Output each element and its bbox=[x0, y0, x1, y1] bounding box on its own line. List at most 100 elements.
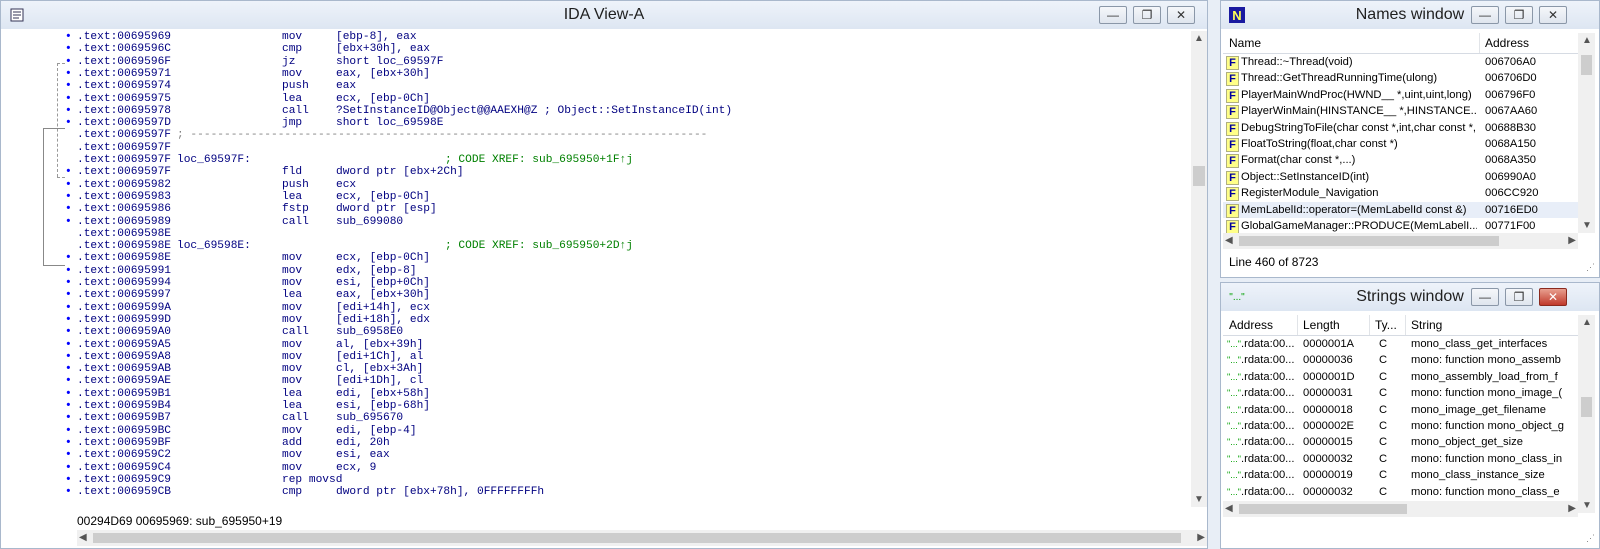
disasm-line[interactable]: • .text:00695974 push eax bbox=[11, 80, 1191, 93]
disasm-line[interactable]: • .text:006959C9 rep movsd bbox=[11, 474, 1191, 487]
strings-minimize-button[interactable]: — bbox=[1471, 288, 1499, 306]
names-minimize-button[interactable]: — bbox=[1471, 6, 1499, 24]
strings-col-divider-1[interactable] bbox=[1297, 315, 1298, 335]
disasm-line[interactable]: • .text:0069599D mov [edi+18h], edx bbox=[11, 314, 1191, 327]
disasm-line[interactable]: • .text:00695971 mov eax, [ebx+30h] bbox=[11, 68, 1191, 81]
operands[interactable]: edi, [ebx+58h] bbox=[336, 388, 430, 401]
strings-table-row[interactable]: "..." .rdata:00... 00000031 Cmono: function… bbox=[1223, 385, 1578, 401]
names-horizontal-scrollbar[interactable]: ◀ ▶ bbox=[1223, 233, 1578, 249]
disasm-line[interactable]: .text:0069598E bbox=[11, 228, 1191, 241]
disasm-line[interactable]: • .text:006959A0 call sub_6958E0 bbox=[11, 326, 1191, 339]
strings-vertical-scroll-thumb[interactable] bbox=[1581, 397, 1592, 417]
operands[interactable]: al, [ebx+39h] bbox=[336, 339, 423, 352]
operands[interactable]: ecx, 9 bbox=[336, 462, 376, 475]
operands[interactable]: [edi+1Dh], cl bbox=[336, 375, 423, 388]
strings-scroll-left-icon[interactable]: ◀ bbox=[1225, 503, 1233, 514]
operands[interactable]: [ebp-8], eax bbox=[336, 31, 417, 44]
disasm-line[interactable]: • .text:006959BF add edi, 20h bbox=[11, 437, 1191, 450]
names-table-row[interactable]: F PlayerMainWndProc(HWND__ *,uint,uint,lo… bbox=[1223, 87, 1578, 103]
disasm-line[interactable]: • .text:006959B1 lea edi, [ebx+58h] bbox=[11, 388, 1191, 401]
disasm-line[interactable]: • .text:00695991 mov edx, [ebp-8] bbox=[11, 265, 1191, 278]
strings-vertical-scrollbar[interactable]: ▲ ▼ bbox=[1578, 315, 1595, 513]
names-table-row[interactable]: F MemLabelId::operator=(MemLabelId const … bbox=[1223, 201, 1578, 218]
operands[interactable]: edi, [ebp-4] bbox=[336, 425, 417, 438]
disasm-line[interactable]: • .text:0069596C cmp [ebx+30h], eax bbox=[11, 43, 1191, 56]
strings-col-length[interactable]: Length bbox=[1303, 318, 1340, 332]
strings-titlebar[interactable]: "..." Strings window — ❐ ✕ bbox=[1221, 283, 1599, 311]
strings-scroll-down-icon[interactable]: ▼ bbox=[1582, 500, 1592, 511]
operands[interactable]: dword ptr [ebx+2Ch] bbox=[336, 166, 464, 179]
ida-vertical-scrollbar[interactable]: ▲ ▼ bbox=[1191, 31, 1207, 507]
ida-view-minimize-button[interactable]: — bbox=[1099, 6, 1127, 24]
operands[interactable]: dword ptr [esp] bbox=[336, 203, 437, 216]
strings-table-row[interactable]: "..." .rdata:00... 00000032 Cmono: function… bbox=[1223, 451, 1578, 467]
disasm-line[interactable]: • .text:00695994 mov esi, [ebp+0Ch] bbox=[11, 277, 1191, 290]
names-vertical-scroll-thumb[interactable] bbox=[1581, 55, 1592, 75]
disasm-line[interactable]: • .text:00695997 lea eax, [ebx+30h] bbox=[11, 289, 1191, 302]
disasm-line[interactable]: • .text:00695989 call sub_699080 bbox=[11, 216, 1191, 229]
strings-resize-grip-icon[interactable]: ⋰ bbox=[1586, 533, 1595, 544]
names-col-divider[interactable] bbox=[1479, 33, 1480, 53]
strings-scroll-right-icon[interactable]: ▶ bbox=[1568, 503, 1576, 514]
operands[interactable]: sub_699080 bbox=[336, 216, 403, 229]
disasm-line[interactable]: • .text:006959B4 lea esi, [ebp-68h] bbox=[11, 400, 1191, 413]
operands[interactable]: esi, [ebp+0Ch] bbox=[336, 277, 430, 290]
disasm-line[interactable]: .text:0069597F loc_69597F: ; CODE XREF: su… bbox=[11, 154, 1191, 167]
disasm-line[interactable]: • .text:006959C2 mov esi, eax bbox=[11, 449, 1191, 462]
strings-horizontal-scroll-thumb[interactable] bbox=[1239, 504, 1407, 514]
operands[interactable]: ecx, [ebp-0Ch] bbox=[336, 252, 430, 265]
code-label[interactable]: loc_69597F: bbox=[177, 154, 251, 167]
separator-comment[interactable]: ; --------------------------------------… bbox=[177, 129, 707, 142]
strings-table-row[interactable]: "..." .rdata:00... 0000001D Cmono_assembly_… bbox=[1223, 369, 1578, 385]
names-scroll-up-icon[interactable]: ▲ bbox=[1582, 35, 1592, 46]
names-table-row[interactable]: F Thread::~Thread(void) 006706A0 bbox=[1223, 54, 1578, 70]
strings-table-row[interactable]: "..." .rdata:00... 0000002E Cmono: function… bbox=[1223, 418, 1578, 434]
strings-col-type[interactable]: Ty... bbox=[1375, 318, 1397, 332]
strings-scroll-up-icon[interactable]: ▲ bbox=[1582, 317, 1592, 328]
operands[interactable]: ecx, [ebp-0Ch] bbox=[336, 93, 430, 106]
strings-col-address[interactable]: Address bbox=[1229, 318, 1273, 332]
ida-view-titlebar[interactable]: IDA View-A — ❐ ✕ bbox=[1, 1, 1207, 29]
disasm-line[interactable]: • .text:006959A8 mov [edi+1Ch], al bbox=[11, 351, 1191, 364]
strings-horizontal-scrollbar[interactable]: ◀ ▶ bbox=[1223, 501, 1578, 517]
operands[interactable]: ecx bbox=[336, 179, 356, 192]
names-maximize-button[interactable]: ❐ bbox=[1505, 6, 1533, 24]
disasm-line[interactable]: • .text:0069596F jz short loc_69597F bbox=[11, 56, 1191, 69]
operands[interactable]: edi, 20h bbox=[336, 437, 390, 450]
ida-view-close-button[interactable]: ✕ bbox=[1167, 6, 1195, 24]
disasm-line[interactable]: .text:0069597F bbox=[11, 142, 1191, 155]
disasm-line[interactable]: • .text:006959A5 mov al, [ebx+39h] bbox=[11, 339, 1191, 352]
disassembly-listing[interactable]: • .text:00695969 mov [ebp-8], eax • .text:006… bbox=[11, 31, 1193, 507]
names-table[interactable]: Name Address F Thread::~Thread(void) 00670… bbox=[1223, 33, 1578, 233]
names-scroll-left-icon[interactable]: ◀ bbox=[1225, 235, 1233, 246]
operands[interactable]: eax, [ebx+30h] bbox=[336, 68, 430, 81]
operands[interactable]: ?SetInstanceID@Object@@AAEXH@Z ; Object:… bbox=[336, 105, 732, 118]
names-table-row[interactable]: F Thread::GetThreadRunningTime(ulong) 0067… bbox=[1223, 70, 1578, 87]
operands[interactable]: dword ptr [ebx+78h], 0FFFFFFFFh bbox=[336, 486, 544, 499]
names-table-row[interactable]: F GlobalGameManager::PRODUCE(MemLabelI...… bbox=[1223, 218, 1578, 233]
operands[interactable]: eax, [ebx+30h] bbox=[336, 289, 430, 302]
disasm-line[interactable]: • .text:006959CB cmp dword ptr [ebx+78h], 0… bbox=[11, 486, 1191, 499]
names-table-row[interactable]: F Object::SetInstanceID(int) 006990A0 bbox=[1223, 169, 1578, 185]
operands[interactable]: edx, [ebp-8] bbox=[336, 265, 417, 278]
disasm-line[interactable]: • .text:00695986 fstp dword ptr [esp] bbox=[11, 203, 1191, 216]
code-label[interactable]: loc_69598E: bbox=[177, 240, 251, 253]
xref-comment[interactable]: ; CODE XREF: sub_695950+1F↑j bbox=[445, 154, 633, 167]
operands[interactable]: esi, eax bbox=[336, 449, 390, 462]
operands[interactable]: cl, [ebx+3Ah] bbox=[336, 363, 423, 376]
operands[interactable]: ecx, [ebp-0Ch] bbox=[336, 191, 430, 204]
strings-table-row[interactable]: "..." .rdata:00... 00000036 Cmono: function… bbox=[1223, 352, 1578, 368]
disasm-line[interactable]: .text:0069598E loc_69598E: ; CODE XREF: su… bbox=[11, 240, 1191, 253]
disasm-line[interactable]: • .text:0069599A mov [edi+14h], ecx bbox=[11, 302, 1191, 315]
strings-table-row[interactable]: "..." .rdata:00... 00000015 Cmono_object_ge… bbox=[1223, 434, 1578, 450]
ida-scroll-right-icon[interactable]: ▶ bbox=[1197, 532, 1205, 543]
disasm-line[interactable]: • .text:006959B7 call sub_695670 bbox=[11, 412, 1191, 425]
ida-view-maximize-button[interactable]: ❐ bbox=[1133, 6, 1161, 24]
disasm-line[interactable]: • .text:00695978 call ?SetInstanceID@Object… bbox=[11, 105, 1191, 118]
operands[interactable]: short loc_69597F bbox=[336, 56, 443, 69]
ida-scroll-left-icon[interactable]: ◀ bbox=[79, 532, 87, 543]
ida-horizontal-scroll-thumb[interactable] bbox=[93, 533, 1181, 543]
disasm-line[interactable]: • .text:006959BC mov edi, [ebp-4] bbox=[11, 425, 1191, 438]
strings-table-row[interactable]: "..." .rdata:00... 00000018 Cmono_image_get… bbox=[1223, 402, 1578, 418]
disasm-line[interactable]: • .text:0069598E mov ecx, [ebp-0Ch] bbox=[11, 252, 1191, 265]
